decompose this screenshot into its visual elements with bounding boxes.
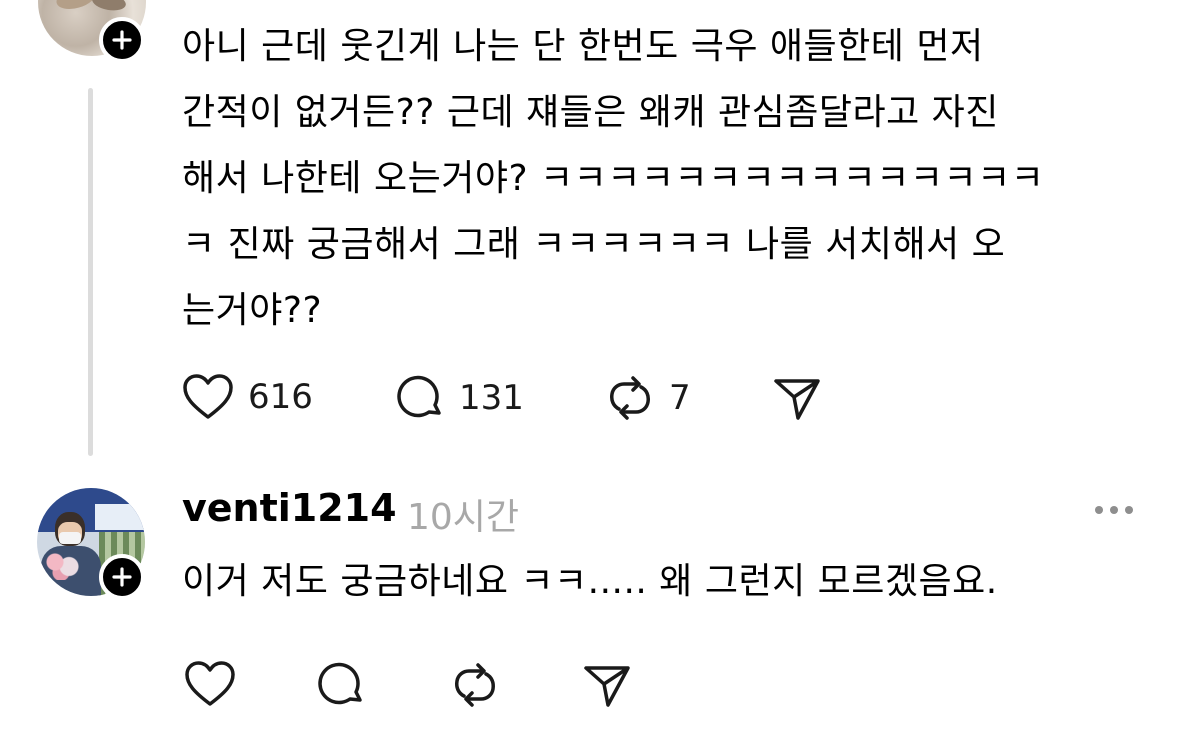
post-text: 아니 근데 웃긴게 나는 단 한번도 극우 애들한테 먼저 간적이 없거든?? … [182,14,1142,344]
share-button[interactable] [772,373,822,423]
follow-button[interactable] [99,554,145,600]
like-button[interactable]: 616 [182,373,313,421]
paper-plane-icon [774,379,820,420]
repost-button[interactable]: 7 [605,373,691,423]
heart-icon [183,374,233,419]
post-text-line: 는거야?? [182,290,323,331]
post-text-line: 해서 나한테 오는거야? ㅋㅋㅋㅋㅋㅋㅋㅋㅋㅋㅋㅋㅋㅋㅋ [182,158,1045,199]
repost-arrows-icon [455,663,495,707]
speech-bubble-icon [397,375,441,418]
follow-button[interactable] [99,17,145,63]
comment-button[interactable]: 131 [395,373,524,423]
more-dots-icon [1095,506,1133,514]
like-button[interactable] [184,660,236,708]
post-text-line: 아니 근데 웃긴게 나는 단 한번도 극우 애들한테 먼저 [182,26,984,67]
more-options-button[interactable] [1093,492,1135,528]
repost-arrows-icon [610,376,650,420]
reply-username[interactable]: venti1214 [182,486,397,530]
comment-count: 131 [459,378,524,418]
heart-icon [185,661,235,706]
plus-icon [112,567,132,587]
share-button[interactable] [582,660,632,710]
thread-line [88,88,93,456]
like-count: 616 [248,377,313,417]
comment-button[interactable] [316,660,366,710]
reply-text: 이거 저도 궁금하네요 ㅋㅋ..... 왜 그런지 모르겠음요. [182,561,998,602]
post-text-line: ㅋ 진짜 궁금해서 그래 ㅋㅋㅋㅋㅋㅋ 나를 서치해서 오 [182,224,1006,265]
reply-timestamp: 10시간 [407,497,520,538]
post-text-line: 간적이 없거든?? 근데 쟤들은 왜캐 관심좀달라고 자진 [182,92,999,133]
speech-bubble-icon [318,662,362,705]
repost-button[interactable] [450,660,500,710]
repost-count: 7 [669,378,691,418]
plus-icon [112,30,132,50]
paper-plane-icon [584,666,630,707]
